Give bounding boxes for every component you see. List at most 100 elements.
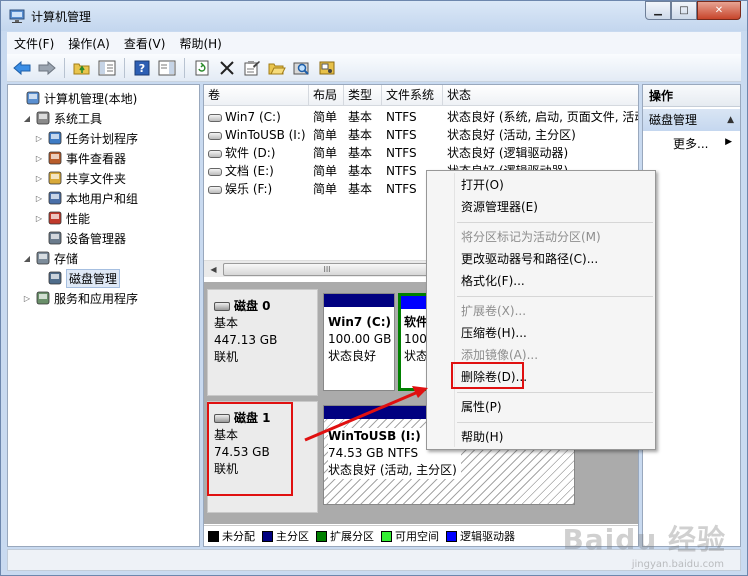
column-header-volume[interactable]: 卷 (204, 85, 309, 106)
window-title: 计算机管理 (31, 10, 92, 24)
tree-expander-icon[interactable]: ◢ (22, 114, 32, 123)
menu-change-drive-letter[interactable]: 更改驱动器号和路径(C)... (461, 248, 598, 270)
tree-expander-icon[interactable]: ◢ (22, 254, 32, 263)
menu-separator (457, 392, 653, 393)
actions-section-disk-management[interactable]: 磁盘管理 ▲ (643, 109, 740, 131)
menu-explore[interactable]: 资源管理器(E) (461, 196, 538, 218)
back-arrow-icon[interactable] (11, 57, 33, 79)
volume-name-text: Win7 (C:) (225, 110, 281, 124)
disk-properties-icon[interactable] (316, 57, 338, 79)
partition-c[interactable]: Win7 (C:) 100.00 GB 状态良好 (323, 293, 395, 391)
volume-filesystem: NTFS (386, 146, 417, 160)
volume-name: 软件 (D:) (204, 144, 309, 162)
storage-icon (35, 250, 51, 266)
forward-arrow-icon[interactable] (36, 57, 58, 79)
menu-file[interactable]: 文件(F) (7, 35, 61, 52)
tree-expander-icon[interactable]: ▷ (34, 134, 44, 143)
legend-label: 扩展分区 (330, 530, 374, 543)
partition-i-status: 状态良好 (活动, 主分区) (328, 463, 457, 477)
column-header-filesystem[interactable]: 文件系统 (382, 85, 443, 106)
volume-row[interactable]: 软件 (D:) 简单 基本 NTFS 状态良好 (逻辑驱动器) (204, 144, 638, 162)
tree-item-label: 设备管理器 (66, 231, 127, 246)
show-hide-tree-icon[interactable] (96, 57, 118, 79)
tree-expander-icon[interactable]: ▷ (34, 154, 44, 163)
tree-item[interactable]: ▷ 任务计划程序 (34, 128, 138, 148)
show-hide-action-pane-icon[interactable] (156, 57, 178, 79)
volume-row[interactable]: WinToUSB (I:) 简单 基本 NTFS 状态良好 (活动, 主分区) (204, 126, 638, 144)
menu-open[interactable]: 打开(O) (461, 174, 504, 196)
navigation-tree: 计算机管理(本地) ◢ 系统工具 ▷ 任务计划程序 ▷ 事件查看器 ▷ 共享文件夹 ▷ 本地用户和组… (7, 84, 200, 547)
column-header-type[interactable]: 类型 (344, 85, 382, 106)
device-manager-icon (47, 230, 63, 246)
menu-format[interactable]: 格式化(F)... (461, 270, 525, 292)
up-folder-icon[interactable] (71, 57, 93, 79)
computer-icon (25, 90, 41, 106)
legend-swatch (446, 530, 457, 542)
toolbar-separator (184, 57, 185, 78)
menu-mark-active: 将分区标记为活动分区(M) (461, 230, 601, 244)
tree-expander-icon[interactable]: ▷ (34, 174, 44, 183)
tree-item[interactable]: 计算机管理(本地) (12, 88, 137, 108)
tree-item-label: 本地用户和组 (66, 191, 139, 206)
tree-item-label: 服务和应用程序 (54, 291, 139, 306)
menu-action[interactable]: 操作(A) (61, 35, 117, 52)
submenu-arrow-icon[interactable]: ▶ (725, 137, 732, 147)
tree-item[interactable]: ▷ 共享文件夹 (34, 168, 126, 188)
baidu-watermark-url: jingyan.baidu.com (631, 559, 724, 570)
column-header-layout[interactable]: 布局 (309, 85, 344, 106)
menu-help-item[interactable]: 帮助(H) (461, 426, 503, 448)
tree-item[interactable]: ▷ 性能 (34, 208, 90, 228)
menu-extend-volume: 扩展卷(X)... (461, 304, 527, 318)
menu-view[interactable]: 查看(V) (117, 35, 173, 52)
title-bar[interactable]: 计算机管理 ▁ □ ✕ (1, 1, 747, 31)
volume-row[interactable]: Win7 (C:) 简单 基本 NTFS 状态良好 (系统, 启动, 页面文件, 活动 (204, 108, 638, 126)
tree-item[interactable]: 设备管理器 (34, 228, 126, 248)
tree-item[interactable]: ▷ 本地用户和组 (34, 188, 138, 208)
legend-label: 可用空间 (395, 530, 439, 543)
close-button[interactable]: ✕ (697, 1, 741, 20)
legend-swatch (381, 530, 392, 542)
tree-expander-icon[interactable]: ▷ (22, 294, 32, 303)
tree-expander-icon[interactable]: ▷ (34, 194, 44, 203)
tree-expander-icon[interactable]: ▷ (34, 214, 44, 223)
delete-x-icon[interactable] (216, 57, 238, 79)
volume-name: WinToUSB (I:) (204, 126, 309, 144)
menu-shrink-volume[interactable]: 压缩卷(H)... (461, 322, 527, 344)
disk-icon (214, 302, 230, 311)
open-folder-icon[interactable] (266, 57, 288, 79)
collapse-arrow-icon[interactable]: ▲ (727, 109, 734, 131)
maximize-button[interactable]: □ (671, 1, 697, 20)
menu-bar: 文件(F) 操作(A) 查看(V) 帮助(H) (7, 32, 741, 54)
tree-item-label: 存储 (54, 251, 79, 266)
scroll-thumb[interactable]: III (223, 263, 431, 276)
search-disk-icon[interactable] (291, 57, 313, 79)
partition-d-size: 100 (404, 332, 427, 346)
column-header-status[interactable]: 状态 (443, 85, 638, 106)
more-actions-link[interactable]: 更多... (673, 135, 708, 152)
refresh-icon[interactable] (191, 57, 213, 79)
menu-help[interactable]: 帮助(H) (172, 35, 228, 52)
disk-0-label[interactable]: 磁盘 0 基本 447.13 GB 联机 (207, 289, 318, 396)
volume-layout: 简单 (313, 182, 338, 196)
shared-folder-icon (47, 170, 63, 186)
legend-swatch (316, 530, 327, 542)
volume-layout: 简单 (313, 164, 338, 178)
menu-properties[interactable]: 属性(P) (461, 396, 502, 418)
help-icon[interactable]: ? (131, 57, 153, 79)
minimize-button[interactable]: ▁ (645, 1, 671, 20)
tree-item[interactable]: ◢ 存储 (22, 248, 78, 268)
disk-0-status: 联机 (214, 350, 239, 364)
disk-0-type: 基本 (214, 316, 239, 330)
tree-item[interactable]: ◢ 系统工具 (22, 108, 102, 128)
properties-icon[interactable] (241, 57, 263, 79)
drive-icon (208, 113, 222, 122)
performance-icon (47, 210, 63, 226)
tree-item[interactable]: 磁盘管理 (34, 268, 121, 288)
drive-icon (208, 167, 222, 176)
tree-item[interactable]: ▷ 服务和应用程序 (22, 288, 138, 308)
legend-label: 未分配 (222, 530, 255, 543)
tree-item[interactable]: ▷ 事件查看器 (34, 148, 126, 168)
scroll-left-arrow-icon[interactable]: ◀ (205, 261, 222, 278)
volume-type: 基本 (348, 164, 373, 178)
legend-swatch (262, 530, 273, 542)
